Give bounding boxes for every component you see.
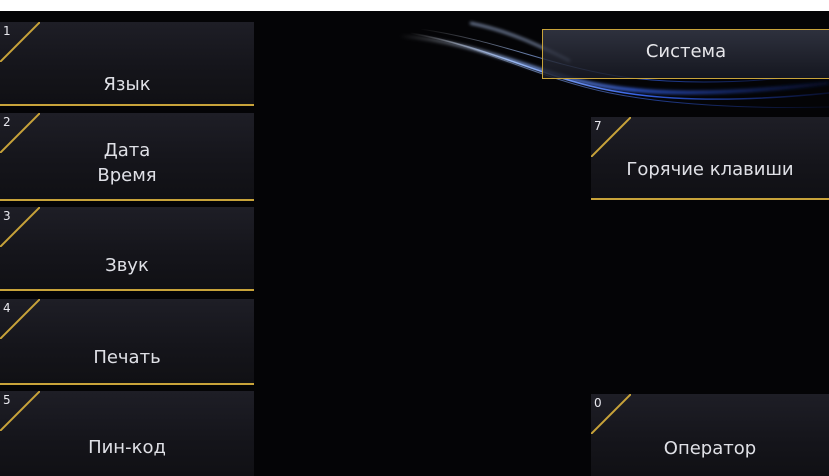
menu-label-line1: Дата <box>103 140 151 161</box>
diagonal-corner-icon <box>0 207 40 247</box>
menu-label-line2: Время <box>97 165 157 186</box>
menu-item-print[interactable]: 4 Печать <box>0 299 254 385</box>
menu-item-language[interactable]: 1 Язык <box>0 22 254 106</box>
menu-item-pin-code[interactable]: 5 Пин-код <box>0 391 254 476</box>
diagonal-corner-icon <box>591 394 631 434</box>
diagonal-corner-icon <box>0 22 40 62</box>
menu-label: Язык <box>103 74 151 95</box>
menu-item-date-time[interactable]: 2 Дата Время <box>0 113 254 201</box>
diagonal-corner-icon <box>591 117 631 157</box>
menu-label: Оператор <box>663 438 757 459</box>
menu-item-sound[interactable]: 3 Звук <box>0 207 254 291</box>
menu-label: Горячие клавиши <box>626 159 794 180</box>
system-header: Система <box>542 29 829 79</box>
diagonal-corner-icon <box>0 299 40 339</box>
menu-item-operator[interactable]: 0 Оператор <box>591 394 829 476</box>
screen: Система 1 Язык 2 Дата Время 3 Звук 4 Печ… <box>0 11 829 476</box>
menu-item-hotkeys[interactable]: 7 Горячие клавиши <box>591 117 829 200</box>
menu-label: Пин-код <box>88 437 166 458</box>
menu-label: Печать <box>93 347 161 368</box>
diagonal-corner-icon <box>0 391 40 431</box>
menu-label: Звук <box>105 255 149 276</box>
